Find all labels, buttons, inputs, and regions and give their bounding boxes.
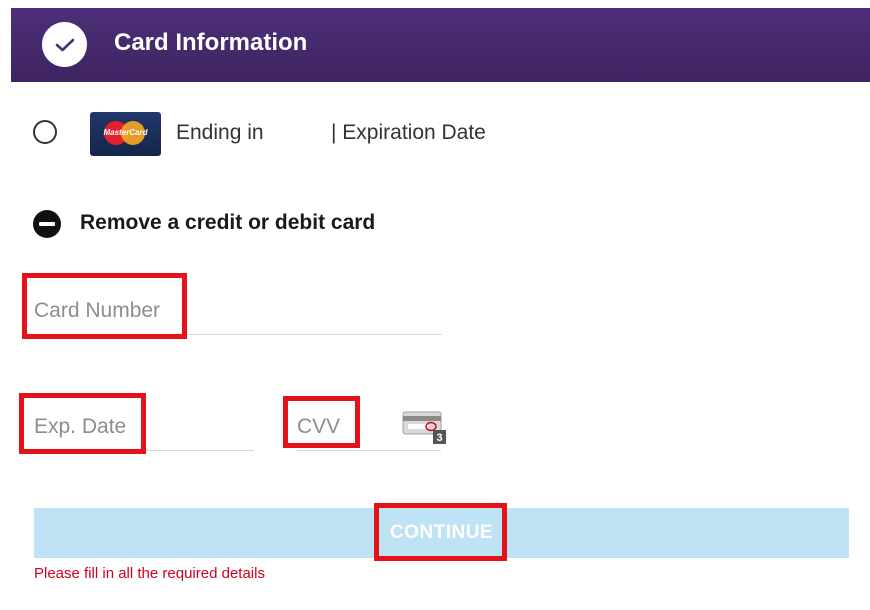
error-message: Please fill in all the required details	[34, 565, 265, 582]
check-icon	[42, 22, 87, 67]
cvv-icon-digit: 3	[436, 432, 442, 444]
card-number-input[interactable]	[34, 286, 442, 335]
cvv-underline	[297, 450, 441, 451]
remove-card-link[interactable]: Remove a credit or debit card	[33, 207, 533, 239]
exp-date-underline	[34, 450, 254, 451]
mastercard-logo-icon: MasterCard	[90, 112, 161, 156]
expiration-date-label: | Expiration Date	[331, 121, 486, 144]
card-cvv-icon: 3	[402, 410, 446, 444]
remove-card-label: Remove a credit or debit card	[80, 211, 376, 234]
header-title: Card Information	[114, 29, 308, 56]
saved-card-option[interactable]: MasterCard Ending in | Expiration Date	[33, 112, 633, 156]
card-number-field[interactable]	[34, 286, 442, 335]
saved-card-radio[interactable]	[33, 120, 57, 144]
exp-date-field[interactable]	[34, 402, 254, 451]
minus-circle-icon[interactable]	[33, 210, 61, 238]
card-number-underline	[34, 334, 442, 335]
ending-in-label: Ending in	[176, 121, 264, 144]
exp-date-input[interactable]	[34, 402, 254, 451]
card-information-header: Card Information	[11, 8, 870, 82]
mastercard-logo-text: MasterCard	[103, 128, 148, 137]
continue-button[interactable]: CONTINUE	[34, 508, 849, 558]
